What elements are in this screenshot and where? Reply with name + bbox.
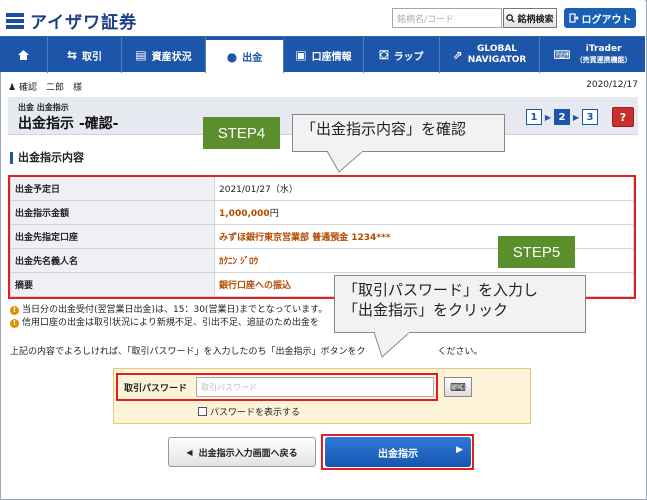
search-input[interactable]: 銘柄名/コード bbox=[392, 8, 502, 28]
nav-global-line1: GLOBAL bbox=[477, 44, 518, 54]
user-info: ♟ 確認 二郎 様 bbox=[8, 80, 82, 94]
show-password-label: パスワードを表示する bbox=[210, 408, 301, 418]
money-bag-icon: ● bbox=[226, 49, 238, 64]
nav-withdraw[interactable]: ● 出金 bbox=[206, 37, 284, 73]
user-icon: ♟ bbox=[8, 83, 17, 93]
id-card-icon: ▣ bbox=[295, 48, 307, 62]
chevron-left-icon: ◀ bbox=[186, 447, 193, 457]
step-2: 2 bbox=[554, 109, 570, 125]
logo[interactable]: アイザワ証券 bbox=[6, 8, 137, 33]
submit-highlight bbox=[321, 434, 474, 470]
user-bar: ♟ 確認 二郎 様 2020/12/17 bbox=[8, 80, 638, 94]
nav-withdraw-label: 出金 bbox=[242, 53, 263, 64]
current-date: 2020/12/17 bbox=[586, 80, 638, 90]
callout-confirm: 「出金指示内容」を確認 bbox=[292, 114, 505, 152]
logout-button[interactable]: ログアウト bbox=[564, 8, 636, 28]
back-button[interactable]: ◀ 出金指示入力画面へ戻る bbox=[168, 437, 316, 467]
step-arrow-icon: ▶ bbox=[572, 112, 580, 122]
logout-icon bbox=[568, 13, 579, 23]
nav-wrap-label: ラップ bbox=[393, 51, 424, 63]
nav-account-info[interactable]: ▣ 口座情報 bbox=[284, 37, 364, 73]
external-link-icon: ⇗ bbox=[452, 48, 463, 62]
nav-trade[interactable]: ⇆ 取引 bbox=[48, 37, 122, 73]
nav-assets-label: 資産状況 bbox=[151, 51, 192, 63]
search-button[interactable]: 銘柄検索 bbox=[503, 8, 557, 28]
search-icon bbox=[506, 13, 516, 23]
note-text: 当日分の出金受付(翌営業日出金)は、15：30(営業日)までとなっています。 bbox=[22, 305, 328, 315]
briefcase-icon: ▤ bbox=[135, 48, 147, 62]
nav-home[interactable] bbox=[0, 37, 48, 73]
step-1: 1 bbox=[526, 109, 542, 125]
section-title: 出金指示内容 bbox=[10, 152, 84, 164]
monitor-icon: ⌨ bbox=[553, 48, 571, 62]
breadcrumb: 出金 出金指示 bbox=[18, 103, 69, 112]
step-indicator: 1 ▶ 2 ▶ 3 bbox=[526, 109, 598, 125]
bag-icon: ⛋ bbox=[379, 47, 389, 62]
step-arrow-icon: ▶ bbox=[544, 112, 552, 122]
nav-trade-label: 取引 bbox=[82, 51, 103, 63]
nav-itrader-line1: iTrader bbox=[585, 44, 622, 54]
nav-assets[interactable]: ▤ 資産状況 bbox=[122, 37, 206, 73]
logo-text: アイザワ証券 bbox=[30, 13, 138, 33]
search-button-label: 銘柄検索 bbox=[517, 14, 554, 25]
keyboard-icon: ⌨ bbox=[450, 380, 466, 394]
show-password-checkbox[interactable] bbox=[198, 407, 207, 416]
site-header: アイザワ証券 銘柄名/コード 銘柄検索 ログアウト bbox=[0, 0, 645, 36]
show-password-toggle[interactable]: パスワードを表示する bbox=[198, 405, 300, 418]
callout-pointer-icon bbox=[326, 151, 364, 173]
main-nav: ⇆ 取引 ▤ 資産状況 ● 出金 ▣ 口座情報 ⛋ ラップ ⇗ GLOBAL NA… bbox=[0, 36, 645, 73]
step-3: 3 bbox=[582, 109, 598, 125]
exchange-icon: ⇆ bbox=[66, 48, 78, 62]
callout-submit-line2: 「出金指示」をクリック bbox=[343, 301, 509, 319]
callout-submit: 「取引パスワード」を入力し 「出金指示」をクリック bbox=[334, 275, 586, 333]
nav-account-info-label: 口座情報 bbox=[311, 51, 352, 63]
logout-label: ログアウト bbox=[581, 14, 632, 26]
software-keyboard-button[interactable]: ⌨ bbox=[444, 377, 472, 397]
password-highlight bbox=[116, 373, 438, 401]
logo-mark-icon bbox=[6, 12, 24, 29]
info-icon: ! bbox=[10, 306, 19, 315]
back-button-label: 出金指示入力画面へ戻る bbox=[198, 448, 298, 459]
nav-itrader-line2: （売買連携機能） bbox=[575, 56, 632, 64]
callout-pointer-icon bbox=[373, 332, 411, 358]
info-icon: ! bbox=[10, 319, 19, 328]
help-button[interactable]: ? bbox=[612, 107, 634, 127]
step4-badge: STEP4 bbox=[203, 117, 280, 149]
nav-itrader[interactable]: ⌨ iTrader （売買連携機能） bbox=[540, 37, 645, 73]
page-title: 出金指示 -確認- bbox=[18, 116, 119, 132]
user-name: 確認 二郎 様 bbox=[18, 83, 82, 93]
step5-badge: STEP5 bbox=[498, 236, 575, 268]
nav-global-navigator[interactable]: ⇗ GLOBAL NAVIGATOR bbox=[440, 37, 540, 73]
note-text: 信用口座の出金は取引状況により新規不足、引出不足、追証のため出金を bbox=[22, 318, 319, 328]
nav-global-line2: NAVIGATOR bbox=[467, 55, 527, 65]
nav-wrap[interactable]: ⛋ ラップ bbox=[364, 37, 440, 73]
home-icon bbox=[18, 50, 29, 60]
callout-submit-line1: 「取引パスワード」を入力し bbox=[343, 281, 539, 299]
